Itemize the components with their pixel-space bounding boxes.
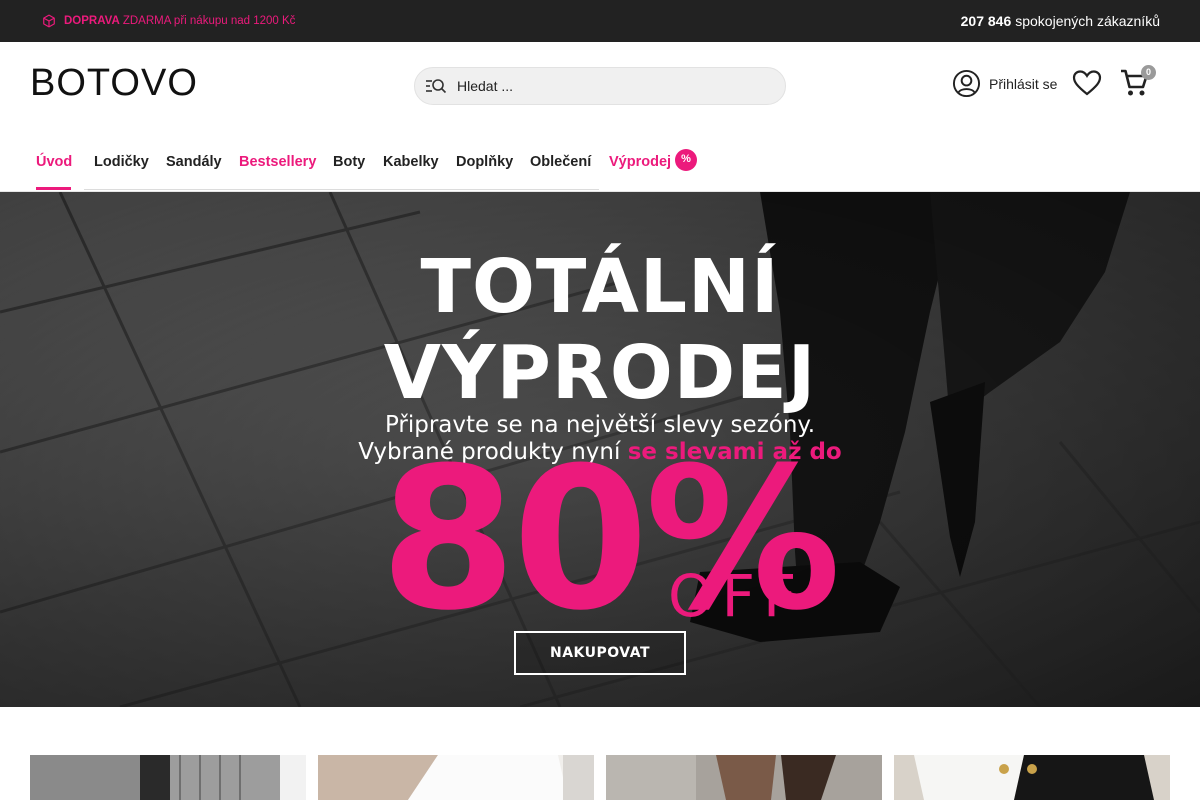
promo-text: ZDARMA při nákupu nad 1200 Kč bbox=[122, 15, 296, 27]
customer-count: 207 846 spokojených zákazníků bbox=[961, 13, 1160, 29]
nav-active-indicator bbox=[36, 187, 71, 190]
login-button[interactable]: Přihlásit se bbox=[952, 69, 1057, 98]
promo-bold: DOPRAVA bbox=[64, 15, 120, 27]
cart-count-badge: 0 bbox=[1141, 65, 1156, 80]
search-input[interactable] bbox=[457, 78, 757, 94]
category-thumbnail-image bbox=[894, 755, 1170, 800]
hero-title-line1: TOTÁLNÍ bbox=[420, 244, 780, 330]
shop-now-button[interactable]: NAKUPOVAT bbox=[514, 631, 686, 675]
nav-item-vyprodej[interactable]: Výprodej bbox=[609, 154, 671, 170]
login-label: Přihlásit se bbox=[989, 75, 1058, 92]
category-thumbnail-image bbox=[606, 755, 882, 800]
search-bar[interactable] bbox=[414, 67, 786, 105]
nav-item-doplnky[interactable]: Doplňky bbox=[456, 154, 513, 170]
category-thumbnails bbox=[30, 755, 1170, 800]
category-thumbnail-image bbox=[30, 755, 306, 800]
nav-item-lodicky[interactable]: Lodičky bbox=[94, 154, 149, 170]
box-icon bbox=[43, 14, 55, 28]
nav-item-bestsellery[interactable]: Bestsellery bbox=[239, 154, 316, 170]
wishlist-button[interactable] bbox=[1072, 69, 1102, 102]
user-icon bbox=[952, 69, 981, 98]
main-nav: Úvod Lodičky Sandály Bestsellery Boty Ka… bbox=[0, 147, 1200, 191]
category-thumbnail-image bbox=[318, 755, 594, 800]
top-promo-bar: DOPRAVA ZDARMA při nákupu nad 1200 Kč 20… bbox=[0, 0, 1200, 42]
nav-item-sandaly[interactable]: Sandály bbox=[166, 154, 222, 170]
free-shipping-promo[interactable]: DOPRAVA ZDARMA při nákupu nad 1200 Kč bbox=[42, 14, 295, 28]
nav-divider bbox=[84, 189, 599, 190]
heart-icon bbox=[1072, 70, 1102, 96]
sale-badge: % bbox=[675, 149, 697, 171]
discount-off-label: OFF bbox=[668, 562, 805, 630]
category-thumbnail[interactable] bbox=[606, 755, 882, 800]
nav-item-uvod[interactable]: Úvod bbox=[36, 154, 72, 170]
category-thumbnail[interactable] bbox=[30, 755, 306, 800]
nav-item-kabelky[interactable]: Kabelky bbox=[383, 154, 439, 170]
customer-count-number: 207 846 bbox=[960, 13, 1012, 29]
nav-item-boty[interactable]: Boty bbox=[333, 154, 365, 170]
customer-count-text: spokojených zákazníků bbox=[1015, 13, 1160, 29]
category-thumbnail[interactable] bbox=[318, 755, 594, 800]
nav-item-obleceni[interactable]: Oblečení bbox=[530, 154, 591, 170]
search-icon[interactable] bbox=[425, 77, 447, 95]
hero-banner[interactable]: TOTÁLNÍ VÝPRODEJ Připravte se na největš… bbox=[0, 192, 1200, 707]
category-thumbnail[interactable] bbox=[894, 755, 1170, 800]
logo[interactable]: BOTOVO bbox=[30, 62, 198, 105]
hero-title-line2: VÝPRODEJ bbox=[383, 330, 817, 416]
